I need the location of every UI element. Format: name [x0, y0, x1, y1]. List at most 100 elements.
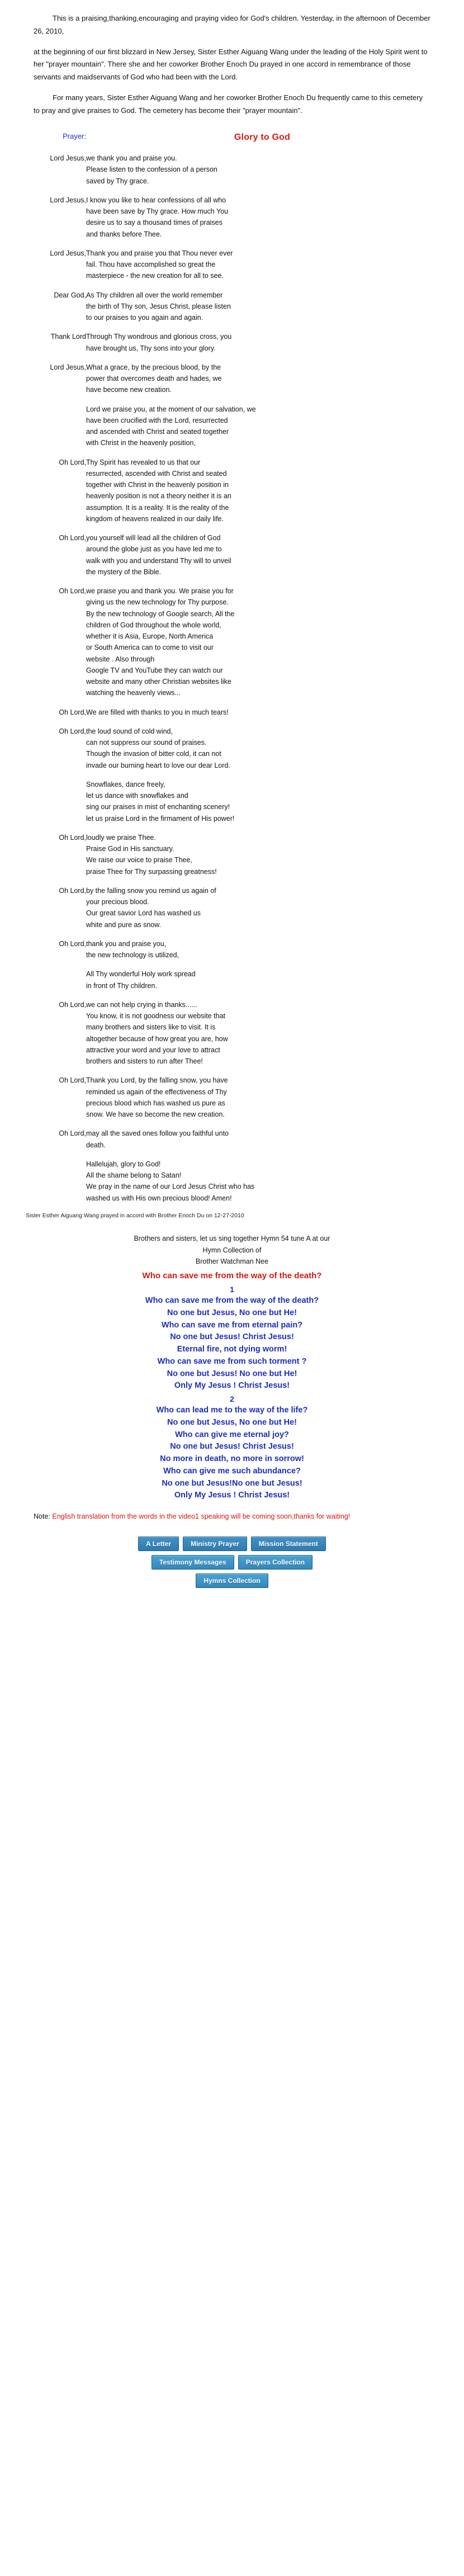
nav-row-1: A Letter Ministry Prayer Mission Stateme… — [138, 1537, 326, 1552]
prayer-line: have brought us, Thy sons into your glor… — [86, 344, 216, 352]
prayer-line: we thank you and praise you. — [86, 154, 177, 163]
nav-button-bar: A Letter Ministry Prayer Mission Stateme… — [0, 1537, 464, 1603]
prayer-lines: Thank you Lord, by the falling snow, you… — [86, 1075, 438, 1120]
prayer-spacer — [26, 240, 438, 248]
verse-line: Who can save me from the way of the deat… — [145, 1296, 319, 1306]
prayer-section: Prayer: Glory to God Lord Jesus, we thank… — [0, 125, 464, 1204]
prayer-speaker: Lord Jesus, — [50, 154, 86, 163]
verse-line: Who can save me from eternal pain? — [161, 1320, 303, 1330]
prayer-line: watching the heavenly views... — [86, 689, 181, 697]
nav-row-3: Hymns Collection — [196, 1573, 268, 1589]
prayer-line: heavenly position is not a theory neithe… — [86, 492, 231, 500]
prayer-lines: As Thy children all over the world remem… — [86, 290, 438, 324]
prayer-spacer — [26, 524, 438, 532]
prayer-lines: we can not help crying in thanks...... Yo… — [86, 999, 438, 1067]
prayer-line: Our great savior Lord has washed us — [86, 909, 201, 918]
note-label: Note: — [34, 1512, 50, 1521]
prayer-line: We pray in the name of our Lord Jesus Ch… — [86, 1183, 255, 1191]
prayer-lines: All Thy wonderful Holy work spread in fro… — [86, 968, 438, 991]
prayer-speaker: Oh Lord, — [59, 886, 86, 895]
prayer-entry: Lord Jesus, I know you like to hear confe… — [26, 195, 438, 240]
prayer-entry: Oh Lord, We are filled with thanks to you… — [26, 707, 438, 718]
prayer-speaker: Lord Jesus, — [50, 363, 86, 371]
prayer-speaker — [26, 1159, 86, 1204]
prayer-speaker: Oh Lord, — [59, 727, 86, 735]
nav-button-mission-statement[interactable]: Mission Statement — [250, 1537, 326, 1552]
prayer-line: can not suppress our sound of praises. — [86, 739, 207, 747]
verse-line: No more in death, no more in sorrow! — [160, 1454, 304, 1464]
prayer-lines: we thank you and praise you. Please liste… — [86, 153, 438, 187]
prayer-line: masterpiece - the new creation for all t… — [86, 272, 224, 280]
prayer-line: snow. We have so become the new creation… — [86, 1110, 225, 1119]
prayer-line: you yourself will lead all the children … — [86, 534, 221, 542]
prayer-spacer — [26, 354, 438, 362]
prayer-line: Lord we praise you, at the moment of our… — [86, 405, 256, 413]
nav-button-ministry-prayer[interactable]: Ministry Prayer — [183, 1537, 247, 1552]
prayer-lines: loudly we praise Thee. Praise God in His … — [86, 832, 438, 877]
prayer-line: You know, it is not goodness our website… — [86, 1012, 226, 1020]
prayer-line: have been save by Thy grace. How much Yo… — [86, 207, 229, 216]
prayer-spacer — [26, 1067, 438, 1075]
prayer-spacer — [26, 396, 438, 404]
prayer-speaker: Oh Lord, — [59, 939, 86, 948]
prayer-speaker — [26, 404, 86, 449]
hymn-author: Brother Watchman Nee — [195, 1258, 269, 1266]
prayer-spacer — [26, 282, 438, 290]
document-page: This is a praising,thanking,encouraging … — [0, 0, 464, 2576]
prayer-speaker: Oh Lord, — [59, 1129, 86, 1138]
prayer-line: By the new technology of Google search, … — [86, 609, 235, 618]
prayer-entry: Oh Lord, Thy Spirit has revealed to us th… — [26, 457, 438, 525]
prayer-line: kingdom of heavens realized in our daily… — [86, 514, 224, 523]
prayer-line: may all the saved ones follow you faithf… — [86, 1129, 229, 1138]
prayer-entry: Oh Lord, by the falling snow you remind u… — [26, 885, 438, 930]
prayer-line: walk with you and understand Thy will to… — [86, 556, 231, 565]
verse-line: Who can lead me to the way of the life? — [156, 1406, 308, 1415]
prayer-spacer — [26, 1120, 438, 1128]
nav-button-a-letter[interactable]: A Letter — [138, 1537, 179, 1552]
nav-row-2: Testimony Messages Prayers Collection — [151, 1555, 313, 1570]
prayer-speaker — [26, 779, 86, 824]
prayer-title: Glory to God — [234, 133, 291, 143]
verse-lines: Who can save me from the way of the deat… — [0, 1295, 464, 1392]
prayer-spacer — [26, 961, 438, 968]
verse-line: No one but Jesus! Christ Jesus! — [170, 1442, 294, 1452]
prayer-spacer — [26, 824, 438, 832]
prayer-entry: All Thy wonderful Holy work spread in fro… — [26, 968, 438, 991]
prayer-speaker: Dear God, — [54, 291, 86, 299]
prayer-line: death. — [86, 1141, 106, 1149]
prayer-label: Prayer: — [63, 132, 86, 141]
prayer-line: thank you and praise you, — [86, 939, 167, 948]
prayer-speaker: Thank Lord — [50, 333, 86, 341]
prayer-line: washed us with His own precious blood! A… — [86, 1194, 232, 1202]
prayer-speaker: Oh Lord, — [59, 708, 86, 716]
prayer-line: precious blood which has washed us pure … — [86, 1099, 225, 1107]
prayer-entry: Oh Lord, we can not help crying in thanks… — [26, 999, 438, 1067]
prayer-lines: thank you and praise you, the new technol… — [86, 938, 438, 961]
hymn-lead-line-2: Hymn Collection of — [202, 1246, 262, 1254]
prayer-entry: Lord Jesus, Thank you and praise you that… — [26, 248, 438, 282]
verse-lines: Who can lead me to the way of the life? N… — [0, 1405, 464, 1502]
prayer-spacer — [26, 718, 438, 726]
nav-button-prayers-collection[interactable]: Prayers Collection — [238, 1555, 313, 1570]
prayer-line: saved by Thy grace. — [86, 177, 149, 185]
prayer-spacer — [26, 578, 438, 585]
prayer-speaker: Oh Lord, — [59, 1000, 86, 1009]
prayer-line: website . Also through — [86, 655, 155, 663]
prayer-line: we praise you and thank you. We praise y… — [86, 587, 234, 595]
prayer-line: I know you like to hear confessions of a… — [86, 196, 226, 204]
verse-number: 2 — [230, 1395, 234, 1404]
verse-line: No one but Jesus, No one but He! — [167, 1308, 297, 1317]
prayer-lines: may all the saved ones follow you faithf… — [86, 1128, 438, 1151]
nav-button-hymns-collection[interactable]: Hymns Collection — [196, 1573, 268, 1589]
prayer-line: brothers and sisters to run after Thee! — [86, 1057, 203, 1066]
prayer-table: Prayer: Glory to God Lord Jesus, we thank… — [26, 130, 438, 1204]
prayer-entry: Oh Lord, loudly we praise Thee. Praise God… — [26, 832, 438, 877]
nav-button-testimony-messages[interactable]: Testimony Messages — [151, 1555, 234, 1570]
prayer-line: We raise our voice to praise Thee, — [86, 856, 192, 864]
prayer-line: altogether because of how great you are,… — [86, 1034, 228, 1043]
prayer-line: white and pure as snow. — [86, 920, 162, 929]
prayer-spacer — [26, 187, 438, 195]
prayer-lines: What a grace, by the precious blood, by … — [86, 362, 438, 396]
verse-line: Who can give me such abundance? — [163, 1466, 301, 1476]
prayer-entry: Dear God, As Thy children all over the wo… — [26, 290, 438, 324]
